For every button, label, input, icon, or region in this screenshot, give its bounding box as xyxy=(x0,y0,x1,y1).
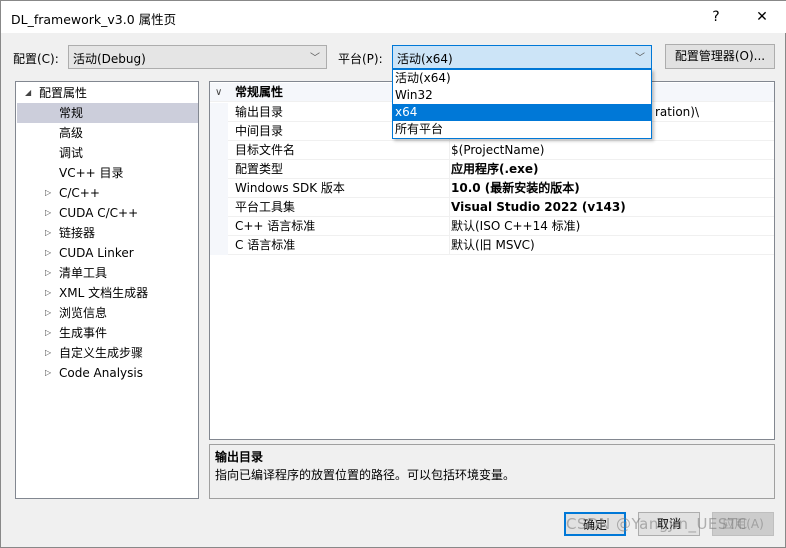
tree-item-label: 调试 xyxy=(59,146,84,160)
platform-dropdown-list: 活动(x64) Win32 x64 所有平台 xyxy=(392,69,652,139)
platform-value: 活动(x64) xyxy=(397,52,453,66)
description-panel: 输出目录 指向已编译程序的放置位置的路径。可以包括环境变量。 xyxy=(209,444,775,499)
tree-item[interactable]: ▷ 清单工具 xyxy=(17,263,198,283)
property-row[interactable]: 平台工具集 Visual Studio 2022 (v143) xyxy=(210,198,774,217)
property-name: 中间目录 xyxy=(235,124,284,138)
tree-item-label: 浏览信息 xyxy=(59,306,108,320)
expand-arrow-icon[interactable]: ▷ xyxy=(45,323,51,343)
expand-arrow-icon[interactable]: ▷ xyxy=(45,183,51,203)
tree-item[interactable]: ▷ 自定义生成步骤 xyxy=(17,343,198,363)
tree-item-label: 生成事件 xyxy=(59,326,108,340)
tree-item[interactable]: ◢ 配置属性 xyxy=(17,83,198,103)
tree-item[interactable]: 常规 xyxy=(17,103,198,123)
row-gutter xyxy=(210,236,228,255)
config-label: 配置(C): xyxy=(13,52,59,66)
property-name: Windows SDK 版本 xyxy=(235,181,345,195)
property-name: C 语言标准 xyxy=(235,238,296,252)
row-gutter xyxy=(210,179,228,198)
tree-item[interactable]: VC++ 目录 xyxy=(17,163,198,183)
property-row[interactable]: 目标文件名 $(ProjectName) xyxy=(210,141,774,160)
tree-item-label: 常规 xyxy=(59,106,84,120)
chevron-down-icon[interactable]: ∨ xyxy=(215,83,222,102)
platform-option[interactable]: x64 xyxy=(393,104,651,121)
watermark: CSDN @YangJin_UESTC xyxy=(566,515,748,533)
tree-item-label: XML 文档生成器 xyxy=(59,286,149,300)
row-gutter xyxy=(210,198,228,217)
platform-select[interactable]: 活动(x64) ﹀ xyxy=(392,45,652,69)
window-title: DL_framework_v3.0 属性页 xyxy=(11,12,177,27)
property-name: 配置类型 xyxy=(235,162,284,176)
config-select[interactable]: 活动(Debug) ﹀ xyxy=(68,45,327,69)
tree-item-label: 清单工具 xyxy=(59,266,108,280)
property-value[interactable]: 默认(ISO C++14 标准) xyxy=(449,217,774,236)
tree-item-label: C/C++ xyxy=(59,186,100,200)
config-manager-button[interactable]: 配置管理器(O)... xyxy=(665,44,775,69)
platform-label: 平台(P): xyxy=(338,52,383,66)
tree-item-label: 自定义生成步骤 xyxy=(59,346,144,360)
expand-arrow-icon[interactable]: ▷ xyxy=(45,263,51,283)
title-bar: DL_framework_v3.0 属性页 ? ✕ xyxy=(1,1,786,33)
property-name: 目标文件名 xyxy=(235,143,296,157)
expand-arrow-icon[interactable]: ▷ xyxy=(45,343,51,363)
property-value[interactable]: 默认(旧 MSVC) xyxy=(449,236,774,255)
collapse-arrow-icon[interactable]: ◢ xyxy=(25,83,31,103)
tree-item[interactable]: 调试 xyxy=(17,143,198,163)
tree-item[interactable]: ▷ 浏览信息 xyxy=(17,303,198,323)
tree-item[interactable]: ▷ 链接器 xyxy=(17,223,198,243)
tree-item-label: 链接器 xyxy=(59,226,96,240)
platform-option[interactable]: 所有平台 xyxy=(393,121,651,138)
tree-item[interactable]: ▷ C/C++ xyxy=(17,183,198,203)
expand-arrow-icon[interactable]: ▷ xyxy=(45,283,51,303)
property-row[interactable]: Windows SDK 版本 10.0 (最新安装的版本) xyxy=(210,179,774,198)
tree-item[interactable]: ▷ 生成事件 xyxy=(17,323,198,343)
tree-item-label: VC++ 目录 xyxy=(59,166,124,180)
tree-item[interactable]: ▷ CUDA C/C++ xyxy=(17,203,198,223)
tree-item[interactable]: ▷ Code Analysis xyxy=(17,363,198,383)
row-gutter xyxy=(210,103,228,122)
property-tree: ◢ 配置属性 常规 高级 调试 VC++ 目录 ▷ C/C++ ▷ CUDA C/C++ ▷ 链接器 ▷… xyxy=(15,81,199,499)
help-button[interactable]: ? xyxy=(701,5,731,29)
property-row[interactable]: C++ 语言标准 默认(ISO C++14 标准) xyxy=(210,217,774,236)
property-value[interactable]: 应用程序(.exe) xyxy=(449,160,774,179)
property-value[interactable]: $(ProjectName) xyxy=(449,141,774,160)
row-gutter xyxy=(210,141,228,160)
tree-item[interactable]: 高级 xyxy=(17,123,198,143)
expand-arrow-icon[interactable]: ▷ xyxy=(45,203,51,223)
tree-item-label: Code Analysis xyxy=(59,366,143,380)
property-value[interactable]: Visual Studio 2022 (v143) xyxy=(449,198,774,217)
tree-item-label: 配置属性 xyxy=(39,86,88,100)
category-label: 常规属性 xyxy=(235,85,284,99)
row-gutter xyxy=(210,217,228,236)
property-value[interactable]: 10.0 (最新安装的版本) xyxy=(449,179,774,198)
platform-option[interactable]: 活动(x64) xyxy=(393,70,651,87)
property-row[interactable]: 配置类型 应用程序(.exe) xyxy=(210,160,774,179)
row-gutter xyxy=(210,122,228,141)
config-value: 活动(Debug) xyxy=(73,52,146,66)
property-name: 平台工具集 xyxy=(235,200,296,214)
tree-item[interactable]: ▷ XML 文档生成器 xyxy=(17,283,198,303)
description-text: 指向已编译程序的放置位置的路径。可以包括环境变量。 xyxy=(215,468,516,482)
chevron-down-icon: ﹀ xyxy=(635,53,645,64)
tree-item[interactable]: ▷ CUDA Linker xyxy=(17,243,198,263)
property-name: C++ 语言标准 xyxy=(235,219,316,233)
platform-option[interactable]: Win32 xyxy=(393,87,651,104)
expand-arrow-icon[interactable]: ▷ xyxy=(45,303,51,323)
tree-item-label: CUDA Linker xyxy=(59,246,134,260)
expand-arrow-icon[interactable]: ▷ xyxy=(45,363,51,383)
property-name: 输出目录 xyxy=(235,105,284,119)
description-title: 输出目录 xyxy=(215,450,264,464)
tree-item-label: CUDA C/C++ xyxy=(59,206,139,220)
property-row[interactable]: C 语言标准 默认(旧 MSVC) xyxy=(210,236,774,255)
expand-arrow-icon[interactable]: ▷ xyxy=(45,223,51,243)
row-gutter xyxy=(210,160,228,179)
expand-arrow-icon[interactable]: ▷ xyxy=(45,243,51,263)
close-button[interactable]: ✕ xyxy=(747,5,777,29)
chevron-down-icon: ﹀ xyxy=(310,53,320,64)
tree-item-label: 高级 xyxy=(59,126,84,140)
